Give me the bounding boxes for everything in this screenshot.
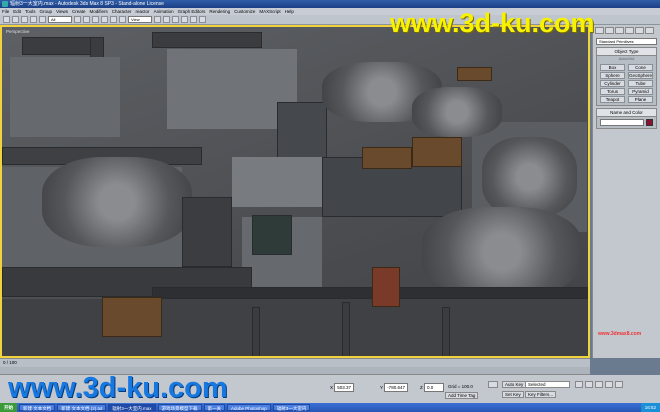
box-button[interactable]: Box [600, 64, 625, 71]
torus-button[interactable]: Torus [600, 88, 625, 95]
object-type-title[interactable]: Object Type [597, 48, 656, 56]
app-icon [2, 1, 8, 7]
scale-icon[interactable] [119, 16, 126, 23]
display-tab-icon[interactable] [635, 27, 644, 34]
taskbar-item-max[interactable]: 辐射3一大室内.max [108, 404, 156, 411]
z-coord: Z 0.0 [420, 383, 445, 392]
x-coord: X 503.37 [330, 383, 355, 392]
render-icon[interactable] [199, 16, 206, 23]
go-to-start-icon[interactable] [575, 381, 583, 388]
select-object-icon[interactable] [74, 16, 81, 23]
menu-reactor[interactable]: reactor [136, 8, 150, 15]
z-coord-field[interactable]: 0.0 [424, 383, 445, 392]
grid-size: Grid = 100.0 [448, 384, 473, 389]
watermark-top: www.3d-ku.com [390, 8, 595, 38]
name-color-title[interactable]: Name and Color [597, 109, 656, 117]
primitive-category-select[interactable]: Standard Primitives [596, 38, 657, 45]
selection-filter-select[interactable]: All [48, 16, 72, 23]
create-tab-icon[interactable] [595, 27, 604, 34]
object-color-swatch[interactable] [646, 119, 653, 126]
taskbar-item-text1[interactable]: 新建 文本文档 [19, 404, 56, 411]
menu-tools[interactable]: Tools [25, 8, 36, 15]
rotate-icon[interactable] [110, 16, 117, 23]
menu-group[interactable]: Group [40, 8, 53, 15]
taskbar-item-text2[interactable]: 新建 文本文档 (2).txt [57, 404, 107, 411]
geosphere-button[interactable]: GeoSphere [627, 72, 653, 79]
window-titlebar: 辐射3一大室内.max - Autodesk 3ds Max 8 SP3 - S… [0, 0, 660, 8]
plane-button[interactable]: Plane [627, 96, 653, 103]
name-color-rollout: Name and Color [596, 108, 657, 129]
taskbar-item-level1[interactable]: 第一关 [203, 404, 226, 411]
pivot-icon[interactable] [154, 16, 161, 23]
window-title: 辐射3一大室内.max - Autodesk 3ds Max 8 SP3 - S… [10, 1, 164, 7]
menu-character[interactable]: Character [112, 8, 132, 15]
menu-file[interactable]: File [2, 8, 9, 15]
ref-coord-select[interactable]: View [128, 16, 152, 23]
modify-tab-icon[interactable] [605, 27, 614, 34]
taskbar-item-photoshop[interactable]: Adobe Photoshop [227, 404, 271, 411]
hierarchy-tab-icon[interactable] [615, 27, 624, 34]
menu-maxscript[interactable]: MAXScript [259, 8, 280, 15]
set-key-button[interactable]: Set Key [502, 391, 524, 398]
link-icon[interactable] [21, 16, 28, 23]
menu-animation[interactable]: Animation [154, 8, 174, 15]
system-clock: 16:52 [640, 403, 660, 412]
menu-graph-editors[interactable]: Graph Editors [178, 8, 206, 15]
utilities-tab-icon[interactable] [645, 27, 654, 34]
prev-frame-icon[interactable] [585, 381, 593, 388]
key-mode-select[interactable]: Selected [525, 381, 570, 388]
unlink-icon[interactable] [30, 16, 37, 23]
material-editor-icon[interactable] [190, 16, 197, 23]
menu-edit[interactable]: Edit [13, 8, 21, 15]
auto-key-button[interactable]: Auto Key [502, 381, 527, 388]
viewport-label[interactable]: Perspective [6, 29, 30, 34]
menu-modifiers[interactable]: Modifiers [90, 8, 108, 15]
undo-icon[interactable] [3, 16, 10, 23]
cylinder-button[interactable]: Cylinder [600, 80, 625, 87]
key-icon[interactable] [488, 381, 498, 388]
tube-button[interactable]: Tube [627, 80, 653, 87]
sphere-button[interactable]: Sphere [600, 72, 625, 79]
y-coord: Y -780.647 [380, 383, 408, 392]
menu-customize[interactable]: Customize [234, 8, 255, 15]
taskbar-item-download[interactable]: 游戏场景模型下载 [157, 404, 202, 411]
menu-help[interactable]: Help [285, 8, 294, 15]
select-by-name-icon[interactable] [83, 16, 90, 23]
menu-views[interactable]: Views [56, 8, 68, 15]
redo-icon[interactable] [12, 16, 19, 23]
mirror-icon[interactable] [172, 16, 179, 23]
taskbar-item-max2[interactable]: 辐射3一大室内 [272, 404, 311, 411]
object-type-rollout: Object Type AutoGrid Box Cone Sphere Geo… [596, 47, 657, 106]
frame-counter: 0 / 100 [3, 360, 17, 365]
cone-button[interactable]: Cone [627, 64, 653, 71]
align-icon[interactable] [181, 16, 188, 23]
command-panel-tabs [593, 25, 660, 36]
play-icon[interactable] [595, 381, 603, 388]
motion-tab-icon[interactable] [625, 27, 634, 34]
corner-watermark: www.3dmax8.com [598, 331, 642, 337]
key-filters-button[interactable]: Key Filters... [525, 391, 557, 398]
snap-icon[interactable] [163, 16, 170, 23]
move-icon[interactable] [101, 16, 108, 23]
bind-space-warp-icon[interactable] [39, 16, 46, 23]
object-name-input[interactable] [600, 119, 644, 126]
watermark-bottom: www.3d-ku.com [8, 372, 228, 404]
go-to-end-icon[interactable] [615, 381, 623, 388]
menu-rendering[interactable]: Rendering [209, 8, 230, 15]
add-time-tag-button[interactable]: Add Time Tag [445, 392, 479, 399]
perspective-viewport[interactable]: Perspective [0, 25, 590, 358]
time-slider[interactable]: 0 / 100 [0, 358, 590, 367]
teapot-button[interactable]: Teapot [600, 96, 625, 103]
command-panel: Standard Primitives Object Type AutoGrid… [592, 25, 660, 358]
select-region-icon[interactable] [92, 16, 99, 23]
y-coord-field[interactable]: -780.647 [384, 383, 408, 392]
pyramid-button[interactable]: Pyramid [627, 88, 653, 95]
menu-create[interactable]: Create [72, 8, 86, 15]
x-coord-field[interactable]: 503.37 [334, 383, 355, 392]
next-frame-icon[interactable] [605, 381, 613, 388]
